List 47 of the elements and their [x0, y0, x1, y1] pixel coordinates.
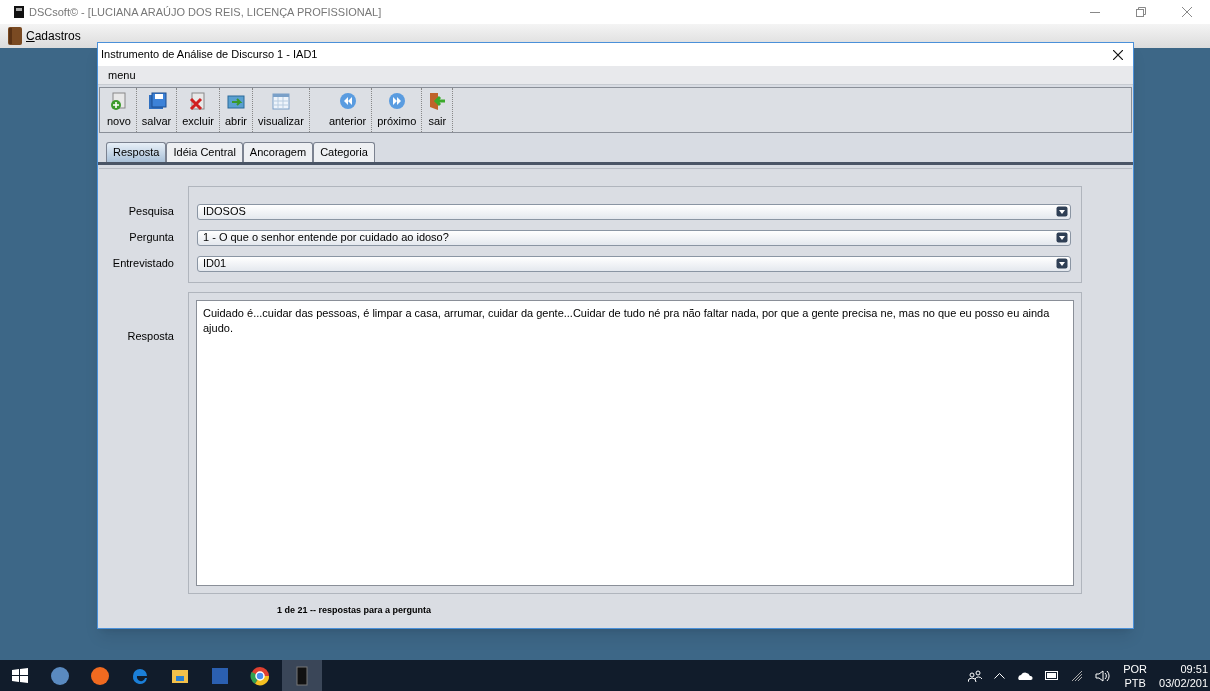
- tab[interactable]: Ancoragem: [242, 142, 314, 162]
- grid-icon: [270, 91, 291, 111]
- floppy-disk-icon: [146, 91, 167, 111]
- clock-date[interactable]: 03/02/201: [1159, 675, 1208, 690]
- book-icon: [8, 27, 22, 45]
- dropdown[interactable]: ID01: [197, 255, 1071, 272]
- toolbar-button[interactable]: novo: [102, 90, 136, 130]
- battery-icon[interactable]: [1045, 671, 1060, 680]
- speaker-icon[interactable]: [1095, 669, 1112, 682]
- minimize-icon[interactable]: [1090, 11, 1100, 13]
- forward-icon: [386, 91, 407, 111]
- restore-icon[interactable]: [1136, 7, 1146, 17]
- toolbar-button[interactable]: excluir: [177, 90, 219, 130]
- new-document-icon: [108, 91, 129, 111]
- menu-item[interactable]: Cadastros: [0, 24, 85, 48]
- field-label: Resposta: [126, 329, 174, 344]
- answer-text-area[interactable]: Cuidado é...cuidar das pessoas, é limpar a casa, arrumar, cuidar da gente...Cuidar de tudo né pra não faltar nada, por que a gente precisa ne, mas no que eu posso eu ainda ajudo.: [196, 300, 1074, 586]
- app-icon: [14, 6, 24, 18]
- toolbar-button[interactable]: sair: [422, 90, 453, 130]
- back-icon: [337, 91, 358, 111]
- status-text: 1 de 21 -- respostas para a pergunta: [277, 604, 433, 617]
- field-label: Entrevistado: [111, 256, 174, 271]
- toolbar-button[interactable]: visualizar: [253, 90, 309, 130]
- windows-start-icon: [10, 665, 30, 686]
- field-label: Pesquisa: [127, 204, 174, 219]
- field-label: Pergunta: [128, 230, 174, 245]
- menu-item[interactable]: menu: [98, 66, 146, 84]
- tab[interactable]: Idéia Central: [166, 142, 243, 162]
- keyboard-layout-indicator[interactable]: PTB: [1124, 675, 1146, 690]
- close-icon[interactable]: [1113, 49, 1123, 60]
- toolbar-button[interactable]: próximo: [372, 90, 422, 130]
- dropdown[interactable]: IDOSOS: [197, 203, 1071, 220]
- toolbar-button[interactable]: salvar: [136, 90, 177, 130]
- tab[interactable]: Resposta: [106, 142, 167, 162]
- window-title: DSCsoft© - [LUCIANA ARAÚJO DOS REIS, LICENÇA PROFISSIONAL]: [29, 4, 382, 20]
- chevron-up-icon[interactable]: [994, 672, 1006, 679]
- dialog-title: Instrumento de Análise de Discurso 1 - IAD1: [101, 47, 318, 63]
- toolbar-button[interactable]: abrir: [220, 90, 252, 130]
- dropdown[interactable]: 1 - O que o senhor entende por cuidado ao idoso?: [197, 229, 1071, 246]
- toolbar-button[interactable]: anterior: [323, 90, 372, 130]
- browser-circle-icon: [250, 665, 270, 686]
- tab[interactable]: Categoria: [313, 142, 375, 162]
- people-icon: [968, 669, 983, 682]
- language-indicator[interactable]: POR: [1123, 661, 1148, 676]
- clock-time[interactable]: 09:51: [1180, 661, 1208, 676]
- cloud-icon[interactable]: [1017, 671, 1034, 680]
- exit-door-icon: [427, 91, 448, 111]
